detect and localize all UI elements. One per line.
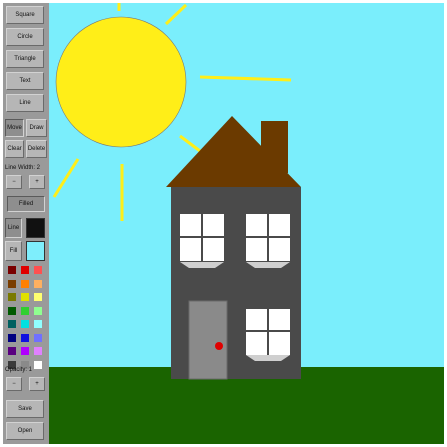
window-bottom-right[interactable]: [246, 309, 290, 361]
sun-circle[interactable]: [55, 16, 187, 148]
window-top-left[interactable]: [180, 214, 224, 268]
line-button[interactable]: Line: [6, 94, 44, 112]
palette-swatch[interactable]: [34, 307, 42, 315]
line-width-label: Line Width: 2: [5, 165, 41, 171]
house-door[interactable]: [188, 300, 228, 380]
palette-swatch[interactable]: [34, 347, 42, 355]
palette-swatch[interactable]: [34, 266, 42, 274]
canvas-svg[interactable]: [49, 3, 444, 444]
line-width-increase-button[interactable]: +: [29, 175, 45, 189]
opacity-label: Opacity: 1: [5, 367, 33, 373]
drawing-canvas[interactable]: [49, 3, 444, 444]
palette-swatch[interactable]: [21, 293, 29, 301]
palette-swatch[interactable]: [21, 334, 29, 342]
palette-swatch[interactable]: [21, 347, 29, 355]
palette-swatch[interactable]: [8, 266, 16, 274]
palette-swatch[interactable]: [8, 307, 16, 315]
clear-button[interactable]: Clear: [5, 140, 24, 158]
window-top-right[interactable]: [246, 214, 290, 268]
square-button[interactable]: Square: [6, 6, 44, 24]
palette-swatch[interactable]: [34, 280, 42, 288]
palette-swatch[interactable]: [34, 334, 42, 342]
line-color-button[interactable]: Line: [5, 218, 22, 238]
palette-swatch[interactable]: [8, 334, 16, 342]
palette-swatch[interactable]: [21, 280, 29, 288]
draw-button[interactable]: Draw: [26, 119, 47, 137]
line-width-decrease-button[interactable]: −: [6, 175, 22, 189]
palette-swatch[interactable]: [21, 320, 29, 328]
tool-sidebar: Square Circle Triangle Text Line Move Dr…: [3, 3, 49, 444]
open-button[interactable]: Open: [6, 422, 44, 440]
delete-button[interactable]: Delete: [26, 140, 47, 158]
text-button[interactable]: Text: [6, 72, 44, 90]
triangle-button[interactable]: Triangle: [6, 50, 44, 68]
line-color-swatch[interactable]: [26, 218, 45, 238]
palette-swatch[interactable]: [34, 320, 42, 328]
palette-swatch[interactable]: [8, 320, 16, 328]
circle-button[interactable]: Circle: [6, 28, 44, 46]
palette-swatch[interactable]: [21, 307, 29, 315]
fill-color-swatch[interactable]: [26, 241, 45, 261]
palette-swatch[interactable]: [34, 361, 42, 369]
palette-swatch[interactable]: [34, 293, 42, 301]
palette-swatch[interactable]: [21, 266, 29, 274]
move-button[interactable]: Move: [5, 119, 24, 137]
door-knob[interactable]: [215, 342, 223, 350]
palette-swatch[interactable]: [8, 347, 16, 355]
chimney[interactable]: [261, 121, 288, 173]
filled-toggle-button[interactable]: Filled: [7, 196, 45, 212]
opacity-decrease-button[interactable]: −: [6, 377, 22, 391]
opacity-increase-button[interactable]: +: [29, 377, 45, 391]
fill-color-button[interactable]: Fill: [5, 241, 22, 261]
save-button[interactable]: Save: [6, 400, 44, 418]
palette-swatch[interactable]: [8, 293, 16, 301]
palette-swatch[interactable]: [8, 280, 16, 288]
